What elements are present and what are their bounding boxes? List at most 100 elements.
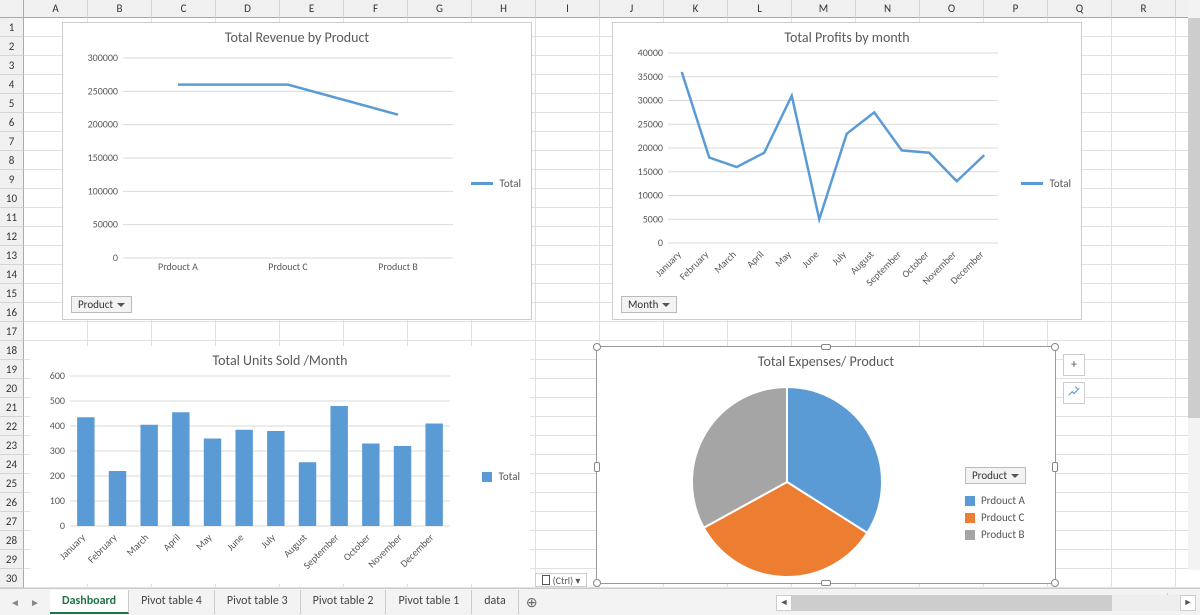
chart-expenses[interactable]: Total Expenses/ Product Product Prdouct … — [596, 346, 1056, 584]
chart-title: Total Units Sold /Month — [30, 346, 530, 371]
chart-title: Total Revenue by Product — [63, 23, 531, 48]
row-header[interactable]: 27 — [0, 512, 24, 531]
row-header[interactable]: 20 — [0, 379, 24, 398]
chart-units[interactable]: Total Units Sold /Month 0100200300400500… — [30, 346, 530, 584]
svg-text:600: 600 — [50, 371, 65, 382]
row-header[interactable]: 23 — [0, 436, 24, 455]
row-header[interactable]: 15 — [0, 284, 24, 303]
row-header[interactable]: 2 — [0, 37, 24, 56]
row-header[interactable]: 17 — [0, 322, 24, 341]
column-header[interactable]: H — [472, 0, 536, 18]
svg-text:Product B: Product B — [378, 260, 418, 273]
row-header[interactable]: 11 — [0, 208, 24, 227]
legend: Total — [482, 466, 520, 487]
sheet-tab[interactable]: Dashboard — [50, 590, 129, 614]
svg-text:50000: 50000 — [93, 218, 118, 231]
svg-text:400: 400 — [50, 419, 65, 432]
column-header[interactable]: O — [920, 0, 984, 18]
row-header[interactable]: 24 — [0, 455, 24, 474]
chart-revenue[interactable]: Total Revenue by Product 050000100000150… — [62, 22, 532, 320]
chart-elements-button[interactable]: + — [1063, 354, 1085, 376]
column-header[interactable]: M — [792, 0, 856, 18]
column-header[interactable]: D — [216, 0, 280, 18]
chart-title: Total Profits by month — [613, 23, 1081, 48]
row-header[interactable]: 19 — [0, 360, 24, 379]
column-header[interactable]: F — [344, 0, 408, 18]
horizontal-scrollbar[interactable]: ◄► — [776, 595, 1196, 611]
sheet-tab[interactable]: Pivot table 2 — [301, 590, 387, 614]
row-header[interactable]: 30 — [0, 569, 24, 588]
tab-nav-next[interactable]: ► — [26, 593, 44, 611]
add-sheet-button[interactable]: ⊕ — [519, 594, 545, 611]
row-header[interactable]: 6 — [0, 113, 24, 132]
svg-text:5000: 5000 — [643, 212, 663, 225]
row-header[interactable]: 16 — [0, 303, 24, 322]
chart-styles-button[interactable] — [1063, 382, 1085, 404]
filter-button-month[interactable]: Month — [621, 296, 677, 313]
row-header[interactable]: 25 — [0, 474, 24, 493]
column-header[interactable]: N — [856, 0, 920, 18]
sheet-tab[interactable]: data — [472, 590, 519, 614]
row-header[interactable]: 8 — [0, 151, 24, 170]
svg-text:March: March — [124, 531, 152, 559]
sheet-tab-bar: ◄ ► DashboardPivot table 4Pivot table 3P… — [0, 588, 1200, 615]
spreadsheet: ABCDEFGHIJKLMNOPQRS 12345678910111213141… — [0, 0, 1200, 588]
svg-text:February: February — [677, 248, 712, 283]
column-header[interactable]: C — [152, 0, 216, 18]
row-header[interactable]: 9 — [0, 170, 24, 189]
svg-text:250000: 250000 — [88, 84, 118, 97]
row-header[interactable]: 10 — [0, 189, 24, 208]
row-header[interactable]: 3 — [0, 56, 24, 75]
row-header[interactable]: 13 — [0, 246, 24, 265]
legend: Total — [471, 173, 521, 194]
svg-text:June: June — [224, 531, 246, 553]
svg-text:February: February — [85, 531, 120, 566]
select-all-corner[interactable] — [0, 0, 24, 18]
row-header[interactable]: 18 — [0, 341, 24, 360]
row-header[interactable]: 1 — [0, 18, 24, 37]
svg-text:25000: 25000 — [638, 117, 663, 130]
sheet-tab[interactable]: Pivot table 1 — [386, 590, 472, 614]
vertical-scrollbar[interactable] — [1188, 0, 1200, 570]
row-header[interactable]: 7 — [0, 132, 24, 151]
row-header[interactable]: 26 — [0, 493, 24, 512]
column-header[interactable]: Q — [1048, 0, 1112, 18]
row-header[interactable]: 4 — [0, 75, 24, 94]
column-header[interactable]: R — [1112, 0, 1176, 18]
sheet-tab[interactable]: Pivot table 3 — [215, 590, 301, 614]
svg-text:December: December — [397, 531, 436, 570]
row-header[interactable]: 5 — [0, 94, 24, 113]
column-header[interactable]: I — [536, 0, 600, 18]
column-headers: ABCDEFGHIJKLMNOPQRS — [24, 0, 1200, 18]
row-header[interactable]: 12 — [0, 227, 24, 246]
row-headers: 1234567891011121314151617181920212223242… — [0, 18, 24, 588]
row-header[interactable]: 21 — [0, 398, 24, 417]
svg-text:March: March — [711, 248, 739, 276]
svg-text:0: 0 — [658, 236, 663, 249]
row-header[interactable]: 14 — [0, 265, 24, 284]
sheet-tab[interactable]: Pivot table 4 — [129, 590, 215, 614]
column-header[interactable]: L — [728, 0, 792, 18]
svg-text:100000: 100000 — [88, 184, 118, 197]
tab-nav-prev[interactable]: ◄ — [6, 593, 24, 611]
column-header[interactable]: K — [664, 0, 728, 18]
column-header[interactable]: P — [984, 0, 1048, 18]
chart-profits[interactable]: Total Profits by month 05000100001500020… — [612, 22, 1082, 320]
filter-button-product[interactable]: Product — [71, 296, 132, 313]
clipboard-icon — [542, 575, 550, 585]
svg-text:200000: 200000 — [88, 118, 118, 131]
column-header[interactable]: A — [24, 0, 88, 18]
row-header[interactable]: 22 — [0, 417, 24, 436]
column-header[interactable]: B — [88, 0, 152, 18]
column-header[interactable]: E — [280, 0, 344, 18]
column-header[interactable]: J — [600, 0, 664, 18]
filter-button-product[interactable]: Product — [965, 467, 1026, 484]
row-header[interactable]: 28 — [0, 531, 24, 550]
paste-options-button[interactable]: (Ctrl) ▾ — [535, 573, 587, 587]
svg-text:150000: 150000 — [88, 151, 118, 164]
row-header[interactable]: 29 — [0, 550, 24, 569]
column-header[interactable]: G — [408, 0, 472, 18]
svg-text:July: July — [829, 248, 849, 268]
svg-text:40000: 40000 — [638, 48, 663, 59]
svg-text:500: 500 — [50, 394, 65, 407]
